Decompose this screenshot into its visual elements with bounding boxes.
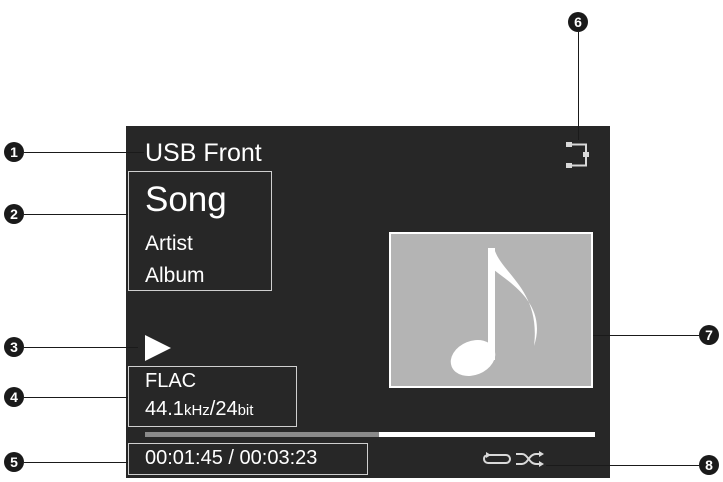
callout-1: 1 [4,142,24,162]
music-note-icon [450,248,537,376]
callout-7-line [593,335,699,336]
callout-3: 3 [4,337,24,357]
artist-name: Artist [145,232,193,255]
elapsed-time: 00:01:45 [145,447,223,469]
album-artwork [389,232,593,388]
callout-6: 6 [568,12,588,32]
callout-7: 7 [699,325,719,345]
source-label: USB Front [145,139,262,167]
callout-5-line [24,462,128,463]
callout-2: 2 [4,204,24,224]
repeat-icon [482,452,512,464]
play-icon [145,335,171,361]
song-title: Song [145,180,227,219]
callout-2-line [24,214,128,215]
time-display: 00:01:45 / 00:03:23 [145,447,317,470]
sample-rate-label: 44.1kHz/24bit [145,398,253,421]
callout-6-line [578,32,579,140]
callout-8: 8 [699,455,719,475]
sample-rate-unit: kHz [183,402,210,419]
codec-label: FLAC [145,370,197,392]
sample-rate-value: 44.1 [145,398,184,420]
callout-4-line [24,397,128,398]
display-screen: USB Front Song Artist Album FLAC 44.1kHz… [126,126,610,478]
callout-4: 4 [4,387,24,407]
network-connection-icon [566,142,589,168]
callout-3-line [24,347,138,348]
callout-1-line [24,152,144,153]
bit-depth-unit: bit [237,402,254,419]
time-separator: / [222,447,240,469]
album-name: Album [145,264,205,287]
progress-bar [145,432,595,437]
bit-depth-value: 24 [215,398,238,420]
progress-fill [145,432,379,437]
shuffle-icon [516,451,544,467]
callout-8-line [546,465,699,466]
callout-5: 5 [4,452,24,472]
total-time: 00:03:23 [239,447,318,469]
